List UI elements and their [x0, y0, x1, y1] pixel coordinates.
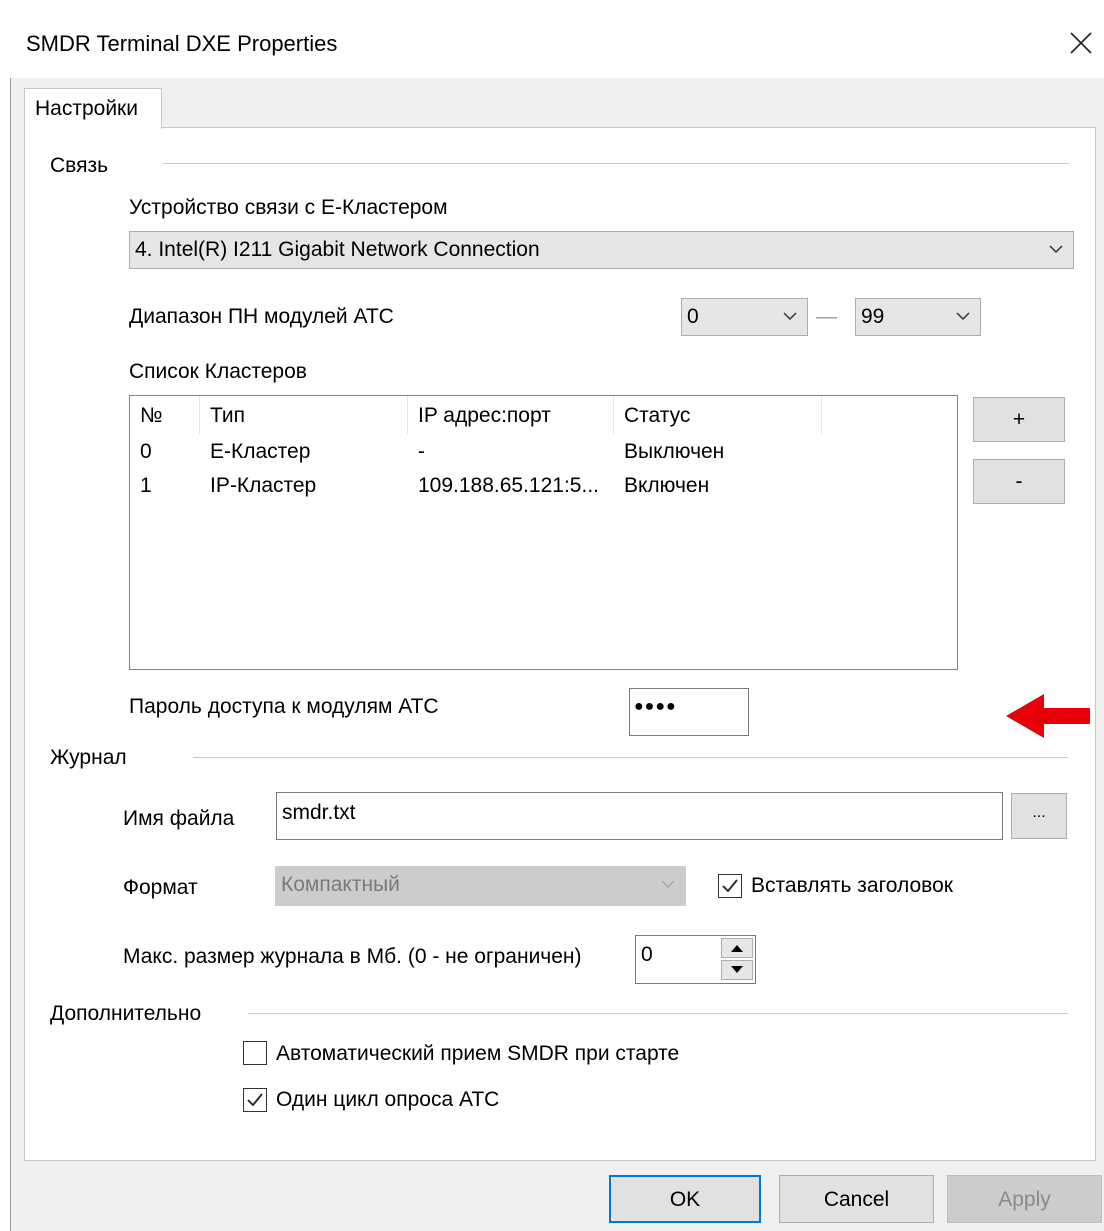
auto-receive-label: Автоматический прием SMDR при старте — [276, 1042, 680, 1065]
red-arrow-icon — [1006, 694, 1090, 738]
tab-settings-label: Настройки — [35, 97, 138, 120]
range-from-select[interactable]: 0 — [681, 298, 808, 336]
spin-up-button[interactable] — [721, 938, 753, 958]
format-select[interactable]: Компактный — [275, 866, 686, 906]
password-value: ●●●● — [634, 698, 677, 715]
range-dash: — — [816, 305, 837, 328]
format-select-value: Компактный — [281, 873, 400, 896]
journal-separator — [193, 757, 1068, 758]
connection-separator — [163, 163, 1069, 164]
remove-cluster-button[interactable]: - — [973, 459, 1065, 504]
spin-down-button[interactable] — [721, 960, 753, 980]
chevron-down-icon — [956, 312, 970, 321]
insert-header-checkbox[interactable] — [718, 874, 742, 898]
insert-header-label: Вставлять заголовок — [751, 874, 953, 897]
table-cell: IP-Кластер — [210, 474, 317, 497]
checkmark-icon — [247, 1093, 263, 1107]
additional-separator — [248, 1013, 1068, 1014]
browse-button[interactable]: ... — [1011, 793, 1067, 839]
additional-heading: Дополнительно — [50, 1002, 202, 1025]
format-label: Формат — [123, 876, 198, 899]
journal-heading: Журнал — [50, 746, 127, 769]
column-header-number[interactable]: № — [130, 396, 200, 434]
chevron-down-icon — [783, 312, 797, 321]
range-from-value: 0 — [687, 305, 699, 328]
device-select[interactable]: 4. Intel(R) I211 Gigabit Network Connect… — [129, 231, 1074, 269]
apply-button[interactable]: Apply — [947, 1175, 1102, 1223]
range-to-select[interactable]: 99 — [855, 298, 981, 336]
one-cycle-label: Один цикл опроса АТС — [276, 1088, 500, 1111]
cluster-list-label: Список Кластеров — [129, 360, 307, 383]
table-cell: Выключен — [624, 440, 725, 463]
maxsize-label: Макс. размер журнала в Мб. (0 - не огран… — [123, 945, 582, 968]
background-edge — [0, 0, 10, 1231]
filename-value: smdr.txt — [282, 801, 356, 824]
table-cell: 109.188.65.121:5... — [418, 474, 599, 497]
one-cycle-checkbox[interactable] — [243, 1088, 267, 1112]
device-select-value: 4. Intel(R) I211 Gigabit Network Connect… — [135, 238, 540, 261]
chevron-down-icon — [661, 880, 675, 889]
table-row[interactable]: 1 — [140, 474, 152, 498]
column-header-status[interactable]: Статус — [614, 396, 822, 434]
table-cell: Е-Кластер — [210, 440, 311, 463]
range-label: Диапазон ПН модулей АТС — [129, 305, 394, 328]
arrow-down-icon — [731, 966, 743, 973]
table-row[interactable]: 0 — [140, 440, 152, 464]
column-header-type[interactable]: Тип — [200, 396, 408, 434]
cancel-button[interactable]: Cancel — [779, 1175, 934, 1223]
close-icon[interactable] — [1064, 26, 1098, 60]
password-label: Пароль доступа к модулям АТС — [129, 695, 439, 718]
tab-settings[interactable]: Настройки — [24, 88, 162, 129]
window-title: SMDR Terminal DXE Properties — [26, 31, 338, 56]
cluster-list[interactable]: № Тип IP адрес:порт Статус 0 Е-Кластер -… — [129, 395, 958, 670]
table-cell: Включен — [624, 474, 710, 497]
connection-heading: Связь — [50, 154, 109, 177]
add-cluster-button[interactable]: + — [973, 397, 1065, 442]
chevron-down-icon — [1049, 245, 1063, 254]
password-field[interactable]: ●●●● — [629, 688, 749, 736]
table-cell: - — [418, 440, 425, 463]
maxsize-value: 0 — [641, 943, 653, 966]
range-to-value: 99 — [861, 305, 885, 328]
filename-input[interactable]: smdr.txt — [276, 792, 1003, 840]
column-header-ip[interactable]: IP адрес:порт — [408, 396, 614, 434]
maxsize-spinner[interactable]: 0 — [635, 935, 756, 984]
arrow-up-icon — [731, 945, 743, 952]
auto-receive-checkbox[interactable] — [243, 1041, 267, 1065]
filename-label: Имя файла — [123, 807, 235, 830]
checkmark-icon — [722, 879, 738, 893]
ok-button[interactable]: OK — [609, 1175, 761, 1223]
device-label: Устройство связи с Е-Кластером — [129, 196, 448, 219]
